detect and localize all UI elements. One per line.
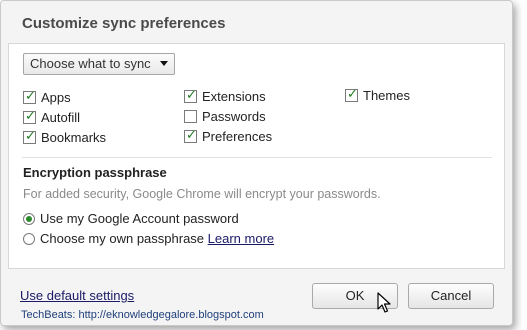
apps-label: Apps <box>41 90 71 105</box>
checkmark-icon: ✓ <box>186 88 197 103</box>
checkmark-icon: ✓ <box>347 87 358 102</box>
dialog-title: Customize sync preferences <box>22 15 226 32</box>
checkmark-icon: ✓ <box>25 89 36 104</box>
autofill-label: Autofill <box>41 110 81 125</box>
sync-type-select[interactable]: Choose what to sync <box>23 53 175 75</box>
dropdown-arrow-icon <box>160 61 168 66</box>
own-passphrase-label: Choose my own passphrase <box>40 231 205 246</box>
passwords-label: Passwords <box>202 109 266 124</box>
watermark-text: TechBeats: http://eknowledgegalore.blogs… <box>21 309 264 321</box>
bookmarks-checkbox[interactable]: ✓ <box>23 129 36 144</box>
sync-select-value: Choose what to sync <box>30 56 151 71</box>
passwords-checkbox[interactable] <box>184 110 197 123</box>
checkmark-icon: ✓ <box>186 128 197 143</box>
own-passphrase-label-wrap: Choose my own passphrase Learn more <box>40 231 274 247</box>
autofill-checkbox[interactable]: ✓ <box>23 109 36 124</box>
checkmark-icon: ✓ <box>25 109 36 124</box>
radio-selected-dot <box>26 216 32 222</box>
preferences-checkbox[interactable]: ✓ <box>184 128 197 143</box>
extensions-label: Extensions <box>202 89 266 104</box>
google-password-label: Use my Google Account password <box>40 211 239 226</box>
mouse-cursor-icon <box>377 292 391 313</box>
extensions-checkbox[interactable]: ✓ <box>184 88 197 103</box>
encryption-title: Encryption passphrase <box>23 165 167 180</box>
google-password-radio[interactable] <box>23 213 35 225</box>
use-default-settings-link[interactable]: Use default settings <box>20 288 134 303</box>
themes-checkbox[interactable]: ✓ <box>345 87 358 102</box>
learn-more-link[interactable]: Learn more <box>208 231 274 246</box>
themes-label: Themes <box>363 88 410 103</box>
bookmarks-label: Bookmarks <box>41 130 107 145</box>
apps-checkbox[interactable]: ✓ <box>23 89 36 104</box>
cancel-button[interactable]: Cancel <box>408 283 494 309</box>
own-passphrase-radio[interactable] <box>23 233 35 245</box>
preferences-label: Preferences <box>202 129 273 144</box>
encryption-description: For added security, Google Chrome will e… <box>23 187 381 201</box>
section-divider <box>22 157 492 158</box>
checkmark-icon: ✓ <box>25 129 36 144</box>
